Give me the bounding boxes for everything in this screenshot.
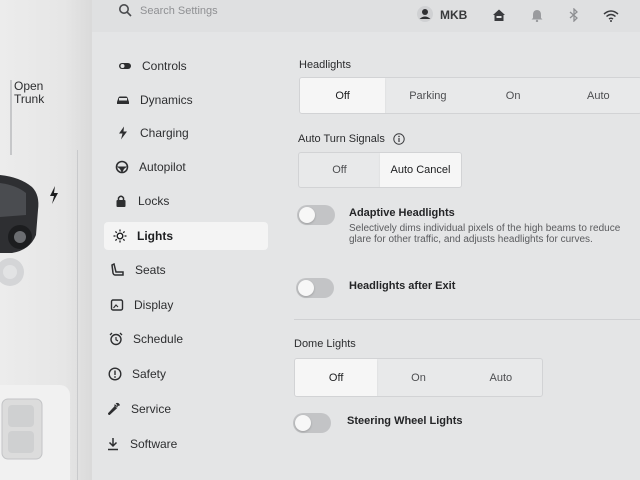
- charging-bolt-icon: [50, 186, 58, 204]
- open-trunk-button[interactable]: Open Trunk: [14, 80, 44, 106]
- headlights-selector: Off Parking On Auto: [299, 77, 640, 114]
- alarm-clock-icon: [109, 332, 123, 346]
- toggle-knob: [298, 280, 314, 296]
- user-icon[interactable]: [417, 6, 433, 22]
- wrench-icon: [107, 402, 120, 416]
- sidebar-item-dynamics[interactable]: Dynamics: [116, 86, 266, 114]
- dome-lights-auto-option[interactable]: Auto: [460, 359, 542, 396]
- dome-lights-title: Dome Lights: [294, 338, 356, 350]
- car-icon: [117, 96, 129, 104]
- sidebar-item-label: Lights: [137, 229, 173, 243]
- headlights-on-option[interactable]: On: [471, 78, 556, 113]
- sidebar-item-lights[interactable]: Lights: [104, 222, 268, 250]
- headlights-title: Headlights: [299, 59, 351, 71]
- bell-icon[interactable]: [531, 9, 543, 22]
- sidebar-item-label: Schedule: [133, 332, 184, 346]
- home-icon[interactable]: [492, 8, 506, 22]
- sidebar-item-locks[interactable]: Locks: [114, 187, 264, 215]
- sidebar-item-autopilot[interactable]: Autopilot: [115, 153, 265, 181]
- adaptive-headlights-toggle[interactable]: [297, 205, 335, 225]
- alert-circle-icon: [108, 367, 122, 381]
- sidebar-item-label: Autopilot: [139, 160, 186, 174]
- headlights-after-exit-label: Headlights after Exit: [349, 280, 456, 292]
- toggle-knob: [299, 207, 315, 223]
- seat-heater-icon[interactable]: [0, 395, 50, 465]
- sidebar-item-charging[interactable]: Charging: [116, 119, 266, 147]
- sidebar-item-label: Software: [130, 437, 178, 451]
- sidebar-item-label: Safety: [132, 367, 167, 381]
- search-icon: [119, 4, 132, 17]
- steering-wheel-lights-label: Steering Wheel Lights: [347, 415, 463, 427]
- car-visualization-panel: Open Trunk: [0, 0, 92, 480]
- bolt-icon: [119, 126, 127, 140]
- sidebar-item-label: Locks: [138, 194, 170, 208]
- info-icon[interactable]: [393, 133, 405, 145]
- headlights-auto-option[interactable]: Auto: [556, 78, 640, 113]
- lock-icon: [116, 195, 126, 207]
- headlights-parking-option[interactable]: Parking: [385, 78, 470, 113]
- auto-turn-signals-title: Auto Turn Signals: [298, 133, 385, 145]
- headlights-after-exit-toggle[interactable]: [296, 278, 334, 298]
- auto-turn-signals-off-option[interactable]: Off: [299, 153, 380, 187]
- sidebar-item-safety[interactable]: Safety: [108, 360, 258, 388]
- sun-icon: [113, 229, 127, 243]
- toggle-icon: [119, 63, 131, 69]
- sidebar-item-service[interactable]: Service: [107, 395, 257, 423]
- car-panel-divider: [77, 150, 78, 480]
- car-image: [0, 175, 39, 253]
- dome-lights-off-option[interactable]: Off: [295, 359, 378, 396]
- adaptive-headlights-description: Selectively dims individual pixels of th…: [349, 223, 621, 245]
- sidebar-item-label: Controls: [142, 59, 187, 73]
- sidebar-item-label: Seats: [135, 263, 166, 277]
- adaptive-headlights-label: Adaptive Headlights: [349, 207, 455, 219]
- trunk-indicator-line: [10, 80, 12, 155]
- dome-lights-on-option[interactable]: On: [377, 359, 459, 396]
- sidebar-item-label: Charging: [140, 126, 189, 140]
- sidebar-item-label: Display: [134, 298, 174, 312]
- open-trunk-label-line2: Trunk: [14, 92, 45, 106]
- car-reflection: [0, 258, 24, 286]
- sidebar-item-software[interactable]: Software: [106, 430, 256, 458]
- wifi-icon: [603, 10, 619, 22]
- bluetooth-icon[interactable]: [569, 8, 579, 22]
- toggle-knob: [295, 415, 311, 431]
- auto-turn-signals-auto-cancel-option[interactable]: Auto Cancel: [380, 153, 461, 187]
- display-icon: [110, 299, 124, 311]
- dome-lights-selector: Off On Auto: [294, 358, 543, 397]
- search-settings-input[interactable]: [140, 2, 320, 20]
- sidebar-item-label: Service: [131, 402, 172, 416]
- section-divider: [294, 319, 640, 320]
- headlights-off-option[interactable]: Off: [300, 78, 386, 113]
- steering-wheel-icon: [115, 160, 129, 174]
- sidebar-item-controls[interactable]: Controls: [118, 52, 268, 80]
- steering-wheel-lights-toggle[interactable]: [293, 413, 331, 433]
- download-icon: [108, 438, 118, 451]
- user-profile-name[interactable]: MKB: [440, 8, 467, 22]
- sidebar-item-seats[interactable]: Seats: [111, 256, 261, 284]
- sidebar-item-label: Dynamics: [140, 93, 193, 107]
- sidebar-item-schedule[interactable]: Schedule: [109, 325, 259, 353]
- seat-icon: [111, 263, 124, 276]
- sidebar-item-display[interactable]: Display: [110, 291, 260, 319]
- auto-turn-signals-selector: Off Auto Cancel: [298, 152, 462, 188]
